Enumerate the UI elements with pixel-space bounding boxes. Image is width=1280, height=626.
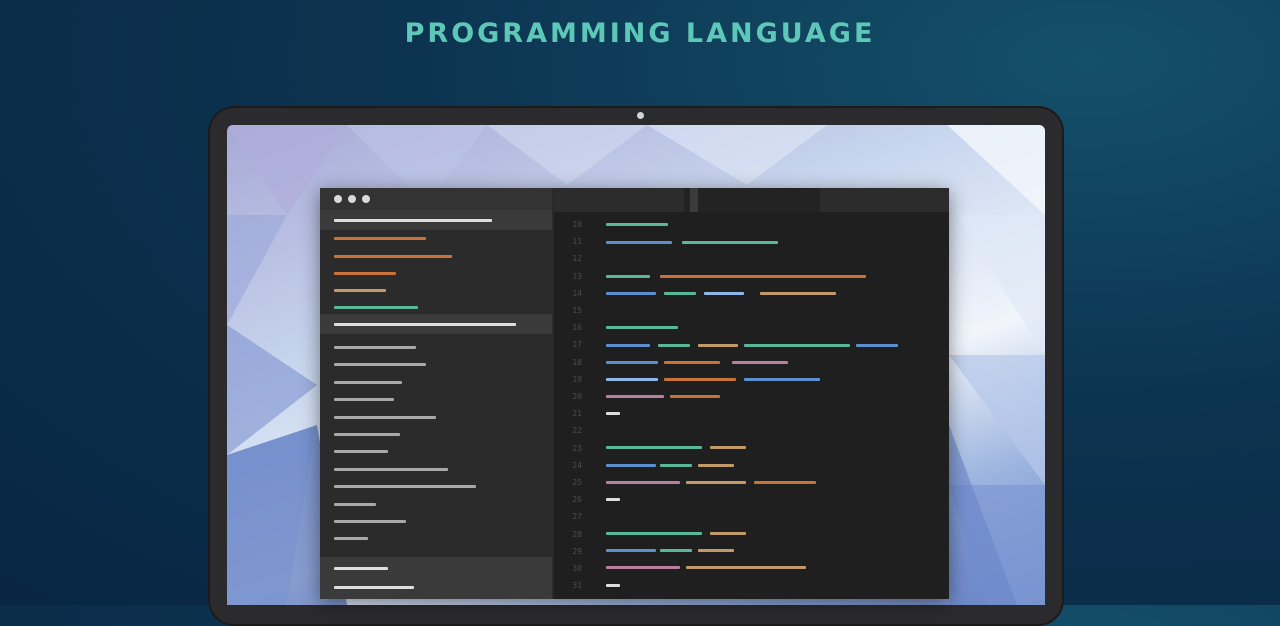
sidebar-item[interactable] (334, 255, 452, 258)
tab-divider (690, 188, 698, 212)
code-token (606, 412, 620, 415)
code-token (606, 446, 702, 449)
sidebar-item[interactable] (334, 381, 402, 384)
line-number: 27 (572, 512, 582, 522)
code-token (698, 344, 738, 347)
line-number: 15 (572, 306, 582, 315)
line-number: 16 (572, 323, 582, 333)
line-number: 21 (572, 409, 582, 419)
code-token (698, 549, 734, 552)
window-control-dot-icon[interactable] (348, 195, 356, 203)
line-number: 20 (572, 392, 582, 401)
code-token (686, 481, 746, 484)
sidebar-item[interactable] (334, 485, 476, 488)
code-token (754, 481, 816, 484)
sidebar-item (334, 586, 414, 589)
sidebar-section-footer[interactable] (320, 557, 552, 599)
line-number: 24 (572, 460, 582, 470)
code-token (732, 361, 788, 364)
sidebar-item (334, 219, 492, 222)
line-number: 13 (572, 271, 582, 281)
line-number: 19 (572, 374, 582, 384)
sidebar-item[interactable] (334, 272, 396, 275)
code-token (606, 344, 650, 347)
sidebar-item[interactable] (334, 306, 418, 309)
code-token (704, 292, 744, 295)
window-control-dot-icon[interactable] (362, 195, 370, 203)
code-token (744, 378, 820, 381)
sidebar-item[interactable] (334, 468, 448, 471)
code-token (664, 361, 720, 364)
code-token (606, 532, 702, 535)
line-number: 18 (572, 357, 582, 367)
code-token (660, 464, 692, 467)
code-token (606, 361, 658, 364)
line-number: 31 (572, 581, 582, 591)
line-number: 22 (572, 426, 582, 436)
window-control-dot-icon[interactable] (334, 195, 342, 203)
code-token (606, 549, 656, 552)
sidebar-item[interactable] (334, 450, 388, 453)
code-token (606, 378, 658, 381)
code-pane[interactable]: 10 11 12 13 14 15 16 17 18 19 20 21 22 23 24 25 26 27 28 29… (554, 188, 949, 599)
sidebar-item[interactable] (334, 520, 406, 523)
code-token (606, 566, 680, 569)
sidebar-item[interactable] (334, 537, 368, 540)
code-token (856, 344, 898, 347)
line-number: 17 (572, 340, 582, 350)
sidebar-item[interactable] (334, 503, 376, 506)
sidebar-item (334, 567, 388, 570)
sidebar-item[interactable] (334, 363, 426, 366)
code-token (660, 275, 866, 278)
page-title: PROGRAMMING LANGUAGE (404, 18, 876, 49)
line-number: 10 (572, 220, 582, 229)
sidebar-item[interactable] (334, 237, 426, 240)
line-number: 23 (572, 443, 582, 453)
code-token (686, 566, 806, 569)
sidebar-item (334, 323, 516, 326)
code-token (606, 464, 656, 467)
line-number: 29 (572, 546, 582, 556)
line-number: 11 (572, 237, 582, 247)
sidebar-item[interactable] (334, 416, 436, 419)
code-token (710, 446, 746, 449)
code-token (660, 549, 692, 552)
editor-tab[interactable] (554, 188, 684, 212)
code-token (606, 275, 650, 278)
code-token (670, 395, 720, 398)
code-token (606, 395, 664, 398)
sidebar-item[interactable] (334, 346, 416, 349)
code-token (606, 498, 620, 501)
code-token (606, 292, 656, 295)
code-token (760, 292, 836, 295)
code-token (606, 223, 668, 226)
line-number: 28 (572, 529, 582, 539)
code-token (606, 584, 620, 587)
code-token (744, 344, 850, 347)
sidebar-item[interactable] (334, 398, 394, 401)
file-sidebar (320, 188, 552, 599)
code-token (698, 464, 734, 467)
code-token (606, 481, 680, 484)
code-token (682, 241, 778, 244)
sidebar-item[interactable] (334, 289, 386, 292)
line-number: 14 (572, 288, 582, 298)
sidebar-item[interactable] (334, 433, 400, 436)
code-token (658, 344, 690, 347)
code-token (664, 292, 696, 295)
line-number: 25 (572, 478, 582, 487)
line-number: 30 (572, 564, 582, 573)
code-token (664, 378, 736, 381)
line-number: 26 (572, 495, 582, 505)
webcam-icon (637, 112, 644, 119)
code-token (606, 241, 672, 244)
code-token (710, 532, 746, 535)
code-token (606, 326, 678, 329)
line-number: 12 (572, 254, 582, 264)
code-editor-window: 10 11 12 13 14 15 16 17 18 19 20 21 22 23 24 25 26 27 28 29… (320, 188, 949, 599)
editor-tab[interactable] (820, 188, 949, 212)
